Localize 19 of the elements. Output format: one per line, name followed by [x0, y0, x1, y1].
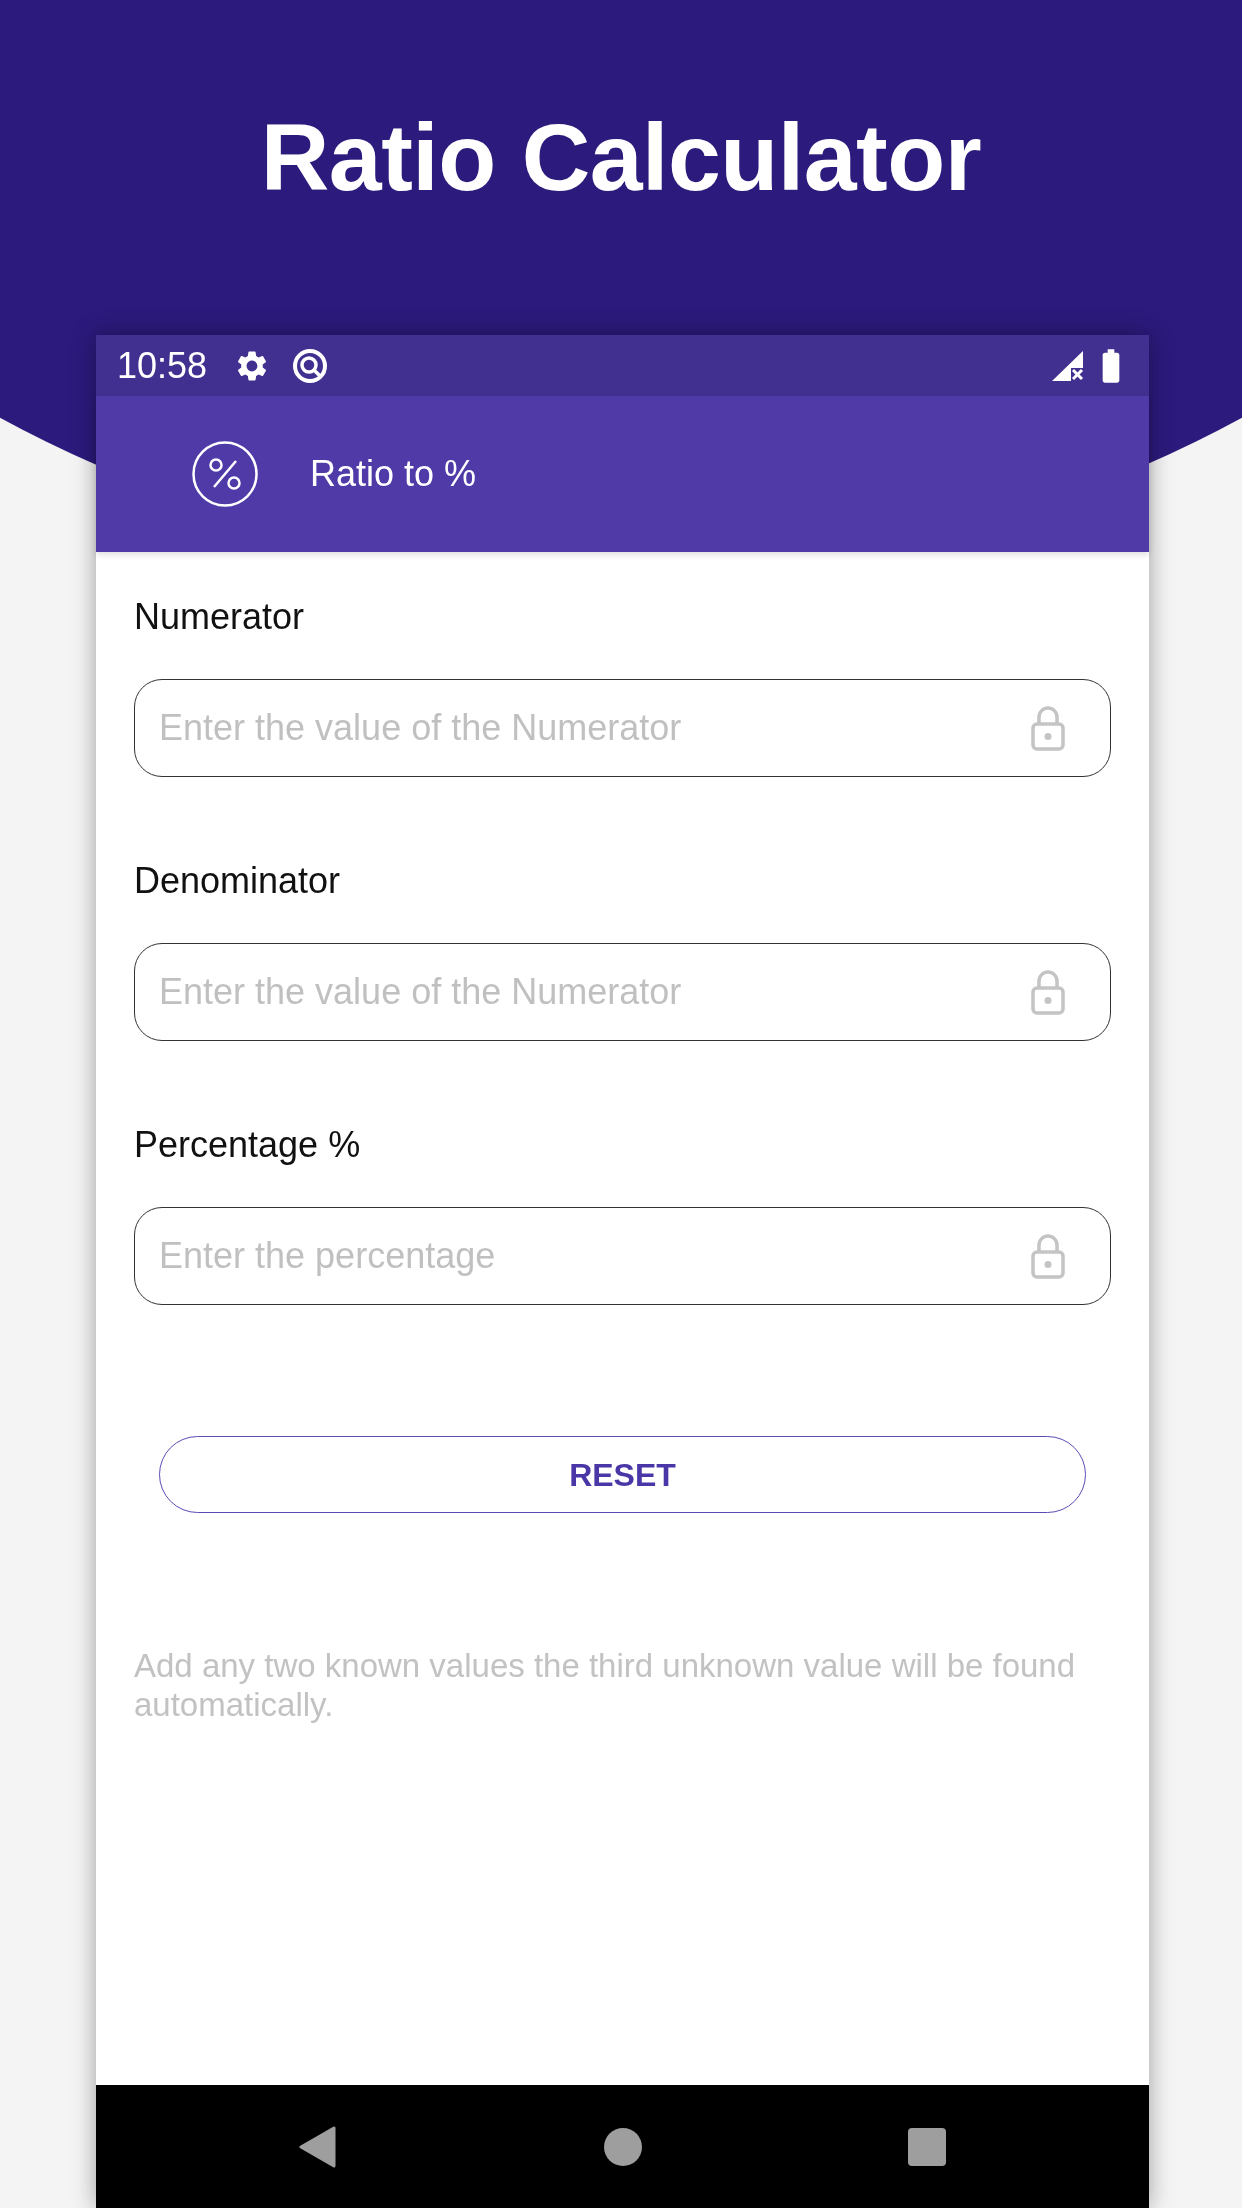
hint-text: Add any two known values the third unknown value will be found automatically. [134, 1646, 1077, 1724]
signal-x-icon [1051, 349, 1085, 382]
input-field[interactable]: Enter the value of the Numerator [134, 679, 1111, 777]
field-label: Denominator [134, 861, 342, 901]
square-icon[interactable] [908, 2127, 946, 2166]
input-field[interactable]: Enter the value of the Numerator [134, 943, 1111, 1041]
lock-icon [1031, 1233, 1065, 1279]
field-label: Percentage % [134, 1125, 362, 1165]
input-field[interactable]: Enter the percentage [134, 1207, 1111, 1305]
back-icon[interactable] [298, 2125, 336, 2168]
lock-icon [1031, 969, 1065, 1015]
circle-magnifier-icon [292, 347, 329, 384]
screen-title: Ratio to % [310, 456, 477, 492]
circle-icon[interactable] [604, 2127, 642, 2166]
percent-icon [192, 441, 258, 507]
status-time: 10:58 [117, 347, 208, 384]
field-label: Numerator [134, 597, 306, 637]
app-title: Ratio Calculator [260, 110, 982, 205]
lock-icon [1031, 705, 1065, 751]
